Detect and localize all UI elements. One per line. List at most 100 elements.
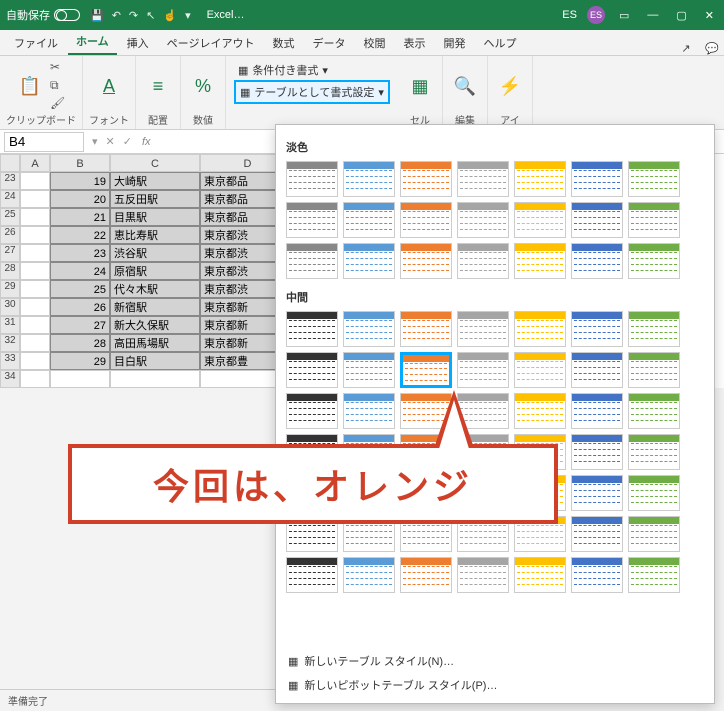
- share-icon[interactable]: ↗: [674, 42, 698, 55]
- table-style-swatch[interactable]: [286, 311, 338, 347]
- row-head[interactable]: 34: [0, 370, 20, 388]
- cell[interactable]: 23: [50, 244, 110, 262]
- edit-icon[interactable]: 🔍: [449, 70, 481, 102]
- qat-more-icon[interactable]: ▾: [185, 9, 191, 22]
- table-style-swatch[interactable]: [514, 243, 566, 279]
- cursor-icon[interactable]: ↖: [146, 9, 155, 22]
- ribbon-options-icon[interactable]: ▭: [615, 9, 633, 22]
- row-head[interactable]: 31: [0, 316, 20, 334]
- table-style-swatch[interactable]: [400, 161, 452, 197]
- cell[interactable]: [20, 244, 50, 262]
- undo-icon[interactable]: ↶: [112, 9, 121, 22]
- close-icon[interactable]: ✕: [701, 9, 718, 22]
- table-style-swatch[interactable]: [628, 202, 680, 238]
- table-style-swatch[interactable]: [343, 311, 395, 347]
- tab-review[interactable]: 校閲: [355, 31, 393, 55]
- table-style-swatch[interactable]: [514, 161, 566, 197]
- table-style-swatch[interactable]: [571, 202, 623, 238]
- col-head[interactable]: B: [50, 154, 110, 172]
- table-style-swatch[interactable]: [286, 243, 338, 279]
- table-style-swatch[interactable]: [343, 557, 395, 593]
- table-style-swatch[interactable]: [343, 161, 395, 197]
- table-style-swatch[interactable]: [343, 352, 395, 388]
- cell[interactable]: [20, 316, 50, 334]
- table-style-swatch[interactable]: [571, 434, 623, 470]
- table-style-swatch[interactable]: [286, 393, 338, 429]
- table-style-swatch[interactable]: [400, 243, 452, 279]
- cell[interactable]: 目白駅: [110, 352, 200, 370]
- row-head[interactable]: 24: [0, 190, 20, 208]
- minimize-icon[interactable]: —: [643, 9, 662, 21]
- row-head[interactable]: 23: [0, 172, 20, 190]
- cell[interactable]: 28: [50, 334, 110, 352]
- table-style-swatch[interactable]: [286, 352, 338, 388]
- col-head[interactable]: C: [110, 154, 200, 172]
- avatar[interactable]: ES: [587, 6, 605, 24]
- name-box[interactable]: [4, 132, 84, 152]
- cell[interactable]: 29: [50, 352, 110, 370]
- table-style-swatch[interactable]: [514, 557, 566, 593]
- table-style-swatch[interactable]: [571, 557, 623, 593]
- brush-icon[interactable]: 🖌: [50, 96, 68, 112]
- row-head[interactable]: 32: [0, 334, 20, 352]
- cell[interactable]: 高田馬場駅: [110, 334, 200, 352]
- table-style-swatch[interactable]: [628, 311, 680, 347]
- row-head[interactable]: 28: [0, 262, 20, 280]
- table-style-swatch[interactable]: [400, 311, 452, 347]
- maximize-icon[interactable]: ▢: [672, 9, 690, 22]
- cell[interactable]: [20, 262, 50, 280]
- table-style-swatch[interactable]: [286, 161, 338, 197]
- table-style-swatch[interactable]: [571, 243, 623, 279]
- tab-insert[interactable]: 挿入: [119, 31, 157, 55]
- cell[interactable]: 26: [50, 298, 110, 316]
- autosave-toggle[interactable]: 自動保存: [6, 7, 80, 23]
- table-style-swatch[interactable]: [400, 352, 452, 388]
- comments-icon[interactable]: 💬: [700, 42, 724, 55]
- table-style-swatch[interactable]: [514, 352, 566, 388]
- new-pivot-style-button[interactable]: ▦新しいピボットテーブル スタイル(P)…: [286, 673, 704, 697]
- redo-icon[interactable]: ↷: [129, 9, 138, 22]
- cell[interactable]: 原宿駅: [110, 262, 200, 280]
- row-head[interactable]: 30: [0, 298, 20, 316]
- table-style-swatch[interactable]: [628, 434, 680, 470]
- cell[interactable]: 目黒駅: [110, 208, 200, 226]
- table-style-swatch[interactable]: [571, 311, 623, 347]
- table-style-swatch[interactable]: [628, 557, 680, 593]
- cell-icon[interactable]: ▦: [404, 70, 436, 102]
- row-head[interactable]: 27: [0, 244, 20, 262]
- save-icon[interactable]: 💾: [90, 9, 104, 22]
- cell[interactable]: 20: [50, 190, 110, 208]
- cell[interactable]: 22: [50, 226, 110, 244]
- tab-help[interactable]: ヘルプ: [475, 31, 524, 55]
- tab-view[interactable]: 表示: [395, 31, 433, 55]
- table-style-swatch[interactable]: [457, 202, 509, 238]
- cell[interactable]: 19: [50, 172, 110, 190]
- conditional-format-button[interactable]: ▦ 条件付き書式▾: [234, 60, 390, 80]
- cell[interactable]: 渋谷駅: [110, 244, 200, 262]
- cell[interactable]: [20, 226, 50, 244]
- table-style-swatch[interactable]: [571, 516, 623, 552]
- tab-layout[interactable]: ページレイアウト: [159, 31, 263, 55]
- table-style-swatch[interactable]: [571, 352, 623, 388]
- table-style-swatch[interactable]: [571, 393, 623, 429]
- table-style-swatch[interactable]: [343, 393, 395, 429]
- number-icon[interactable]: %: [187, 70, 219, 102]
- copy-icon[interactable]: ⧉: [50, 78, 68, 94]
- row-head[interactable]: 29: [0, 280, 20, 298]
- toggle-icon[interactable]: [54, 9, 80, 21]
- touch-icon[interactable]: ☝: [163, 9, 177, 22]
- cell[interactable]: 五反田駅: [110, 190, 200, 208]
- tab-formula[interactable]: 数式: [264, 31, 302, 55]
- table-style-swatch[interactable]: [571, 161, 623, 197]
- table-style-swatch[interactable]: [571, 475, 623, 511]
- table-style-swatch[interactable]: [628, 161, 680, 197]
- cell[interactable]: [20, 334, 50, 352]
- cell[interactable]: 大崎駅: [110, 172, 200, 190]
- table-style-swatch[interactable]: [286, 557, 338, 593]
- cell[interactable]: [20, 172, 50, 190]
- table-style-swatch[interactable]: [286, 202, 338, 238]
- cell[interactable]: 恵比寿駅: [110, 226, 200, 244]
- table-style-swatch[interactable]: [343, 243, 395, 279]
- cell[interactable]: 新宿駅: [110, 298, 200, 316]
- cell[interactable]: 新大久保駅: [110, 316, 200, 334]
